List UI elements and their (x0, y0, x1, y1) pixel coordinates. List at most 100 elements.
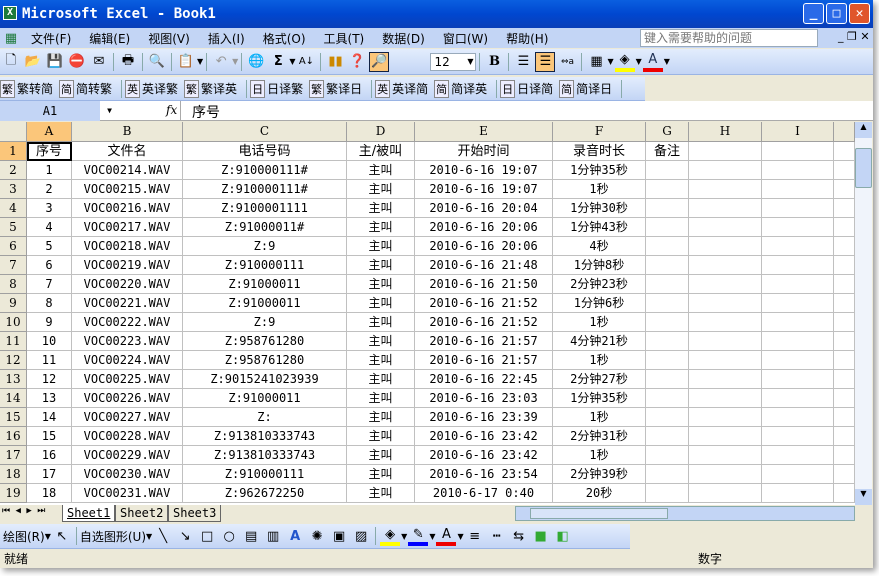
cell[interactable]: VOC00229.WAV (72, 446, 183, 465)
menu-item[interactable]: 工具(T) (315, 32, 374, 46)
cell[interactable]: 12 (27, 370, 72, 389)
cell[interactable]: 主叫 (347, 180, 415, 199)
cell[interactable] (689, 408, 762, 427)
cell[interactable]: Z:9015241023939 (183, 370, 347, 389)
cell[interactable]: Z:910000111# (183, 161, 347, 180)
cell[interactable]: Z: (183, 408, 347, 427)
chart-wizard-icon[interactable]: ▮▮ (325, 52, 345, 72)
cell[interactable]: 2010-6-16 23:54 (415, 465, 553, 484)
menu-item[interactable]: 编辑(E) (80, 32, 139, 46)
cell[interactable]: 主叫 (347, 294, 415, 313)
cell[interactable] (762, 218, 834, 237)
print-preview-icon[interactable]: 🔍 (147, 52, 167, 72)
merge-center-icon[interactable]: ⇔a (557, 52, 577, 72)
cell[interactable]: 主叫 (347, 465, 415, 484)
formula-input[interactable]: 序号 (192, 102, 220, 122)
cell[interactable] (646, 237, 689, 256)
align-center-icon[interactable]: ☰ (535, 51, 556, 72)
fx-icon[interactable]: fx (166, 103, 177, 117)
tab-scroll-buttons[interactable]: ⏮ ◀ ▶ ⏭ (2, 506, 45, 516)
cell[interactable]: VOC00221.WAV (72, 294, 183, 313)
cell[interactable]: 备注 (646, 142, 689, 161)
cell[interactable]: 5 (27, 237, 72, 256)
cell[interactable] (646, 218, 689, 237)
cell[interactable]: 序号 (27, 142, 72, 161)
column-header[interactable]: G (646, 122, 689, 142)
spreadsheet-grid[interactable]: A B C D E F G H I 1 序号 文件名 电话号码 主/被叫 开始时间 录音时长 备注 2 1 VOC00… (0, 122, 855, 505)
cell[interactable] (762, 484, 834, 503)
cell[interactable]: VOC00216.WAV (72, 199, 183, 218)
cell[interactable]: VOC00231.WAV (72, 484, 183, 503)
cell[interactable]: Z:910000111# (183, 180, 347, 199)
cell[interactable] (646, 332, 689, 351)
cell[interactable] (834, 313, 855, 332)
cell[interactable]: VOC00224.WAV (72, 351, 183, 370)
sheet-tab[interactable]: Sheet3 (168, 505, 222, 522)
cell[interactable] (834, 351, 855, 370)
sheet-tab[interactable]: Sheet1 (62, 505, 116, 522)
cell[interactable] (762, 256, 834, 275)
cell[interactable] (834, 161, 855, 180)
row-header[interactable]: 11 (0, 332, 27, 351)
cell[interactable]: 4分钟21秒 (553, 332, 646, 351)
cell[interactable] (689, 294, 762, 313)
dash-style-icon[interactable]: ┅ (487, 526, 507, 546)
row-header[interactable]: 9 (0, 294, 27, 313)
cell[interactable] (689, 199, 762, 218)
fill-color-icon[interactable]: ◈ (614, 52, 635, 72)
cell[interactable] (646, 199, 689, 218)
cell[interactable]: 1分钟30秒 (553, 199, 646, 218)
column-header[interactable]: I (762, 122, 834, 142)
cell[interactable]: Z:91000011 (183, 389, 347, 408)
cell[interactable] (762, 275, 834, 294)
cell[interactable] (646, 389, 689, 408)
row-header[interactable]: 12 (0, 351, 27, 370)
cell[interactable] (834, 218, 855, 237)
cell[interactable] (646, 484, 689, 503)
cell[interactable]: 2010-6-16 21:52 (415, 313, 553, 332)
draw-menu[interactable]: 绘图(R) (3, 528, 45, 545)
column-header[interactable]: F (553, 122, 646, 142)
cell[interactable] (689, 180, 762, 199)
cell[interactable]: Z:910000111 (183, 256, 347, 275)
cell[interactable]: 4 (27, 218, 72, 237)
cell[interactable] (834, 408, 855, 427)
cell[interactable]: 开始时间 (415, 142, 553, 161)
column-header[interactable]: D (347, 122, 415, 142)
cell[interactable]: 主叫 (347, 427, 415, 446)
cell[interactable] (689, 351, 762, 370)
cell[interactable]: 文件名 (72, 142, 183, 161)
doc-window-controls[interactable]: _ ❐ ✕ (838, 30, 870, 43)
cell[interactable]: 2010-6-16 20:04 (415, 199, 553, 218)
cell[interactable]: 2010-6-16 23:39 (415, 408, 553, 427)
cell[interactable] (689, 389, 762, 408)
cell[interactable]: 主叫 (347, 408, 415, 427)
row-header[interactable]: 5 (0, 218, 27, 237)
row-header[interactable]: 6 (0, 237, 27, 256)
cell[interactable]: 2010-6-16 21:50 (415, 275, 553, 294)
menu-item[interactable]: 格式(O) (254, 32, 315, 46)
row-header[interactable]: 4 (0, 199, 27, 218)
cell[interactable]: 18 (27, 484, 72, 503)
cell[interactable]: 1秒 (553, 180, 646, 199)
shadow-icon[interactable]: ■ (531, 526, 551, 546)
cell[interactable]: Z:958761280 (183, 332, 347, 351)
cell[interactable]: 1分钟6秒 (553, 294, 646, 313)
cell[interactable]: 9 (27, 313, 72, 332)
cell[interactable] (762, 427, 834, 446)
cell[interactable] (834, 465, 855, 484)
cell[interactable]: 1秒 (553, 446, 646, 465)
line-icon[interactable]: ╲ (153, 526, 173, 546)
cell[interactable]: VOC00225.WAV (72, 370, 183, 389)
autosum-icon[interactable]: Σ (268, 52, 288, 72)
3d-icon[interactable]: ◧ (553, 526, 573, 546)
cell[interactable]: VOC00220.WAV (72, 275, 183, 294)
cell[interactable] (646, 313, 689, 332)
cell[interactable]: Z:962672250 (183, 484, 347, 503)
fill-color-icon[interactable]: ◈ (380, 526, 401, 546)
cell[interactable] (762, 351, 834, 370)
cell[interactable]: Z:9100001111 (183, 199, 347, 218)
cell[interactable]: 2010-6-16 20:06 (415, 218, 553, 237)
cell[interactable] (762, 142, 834, 161)
translate-button[interactable]: 简简译日 (559, 79, 612, 98)
